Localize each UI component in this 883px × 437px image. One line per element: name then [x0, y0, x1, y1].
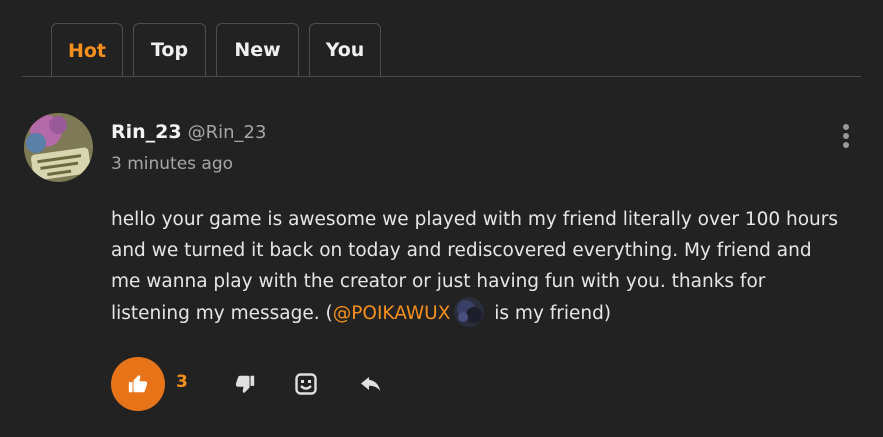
thumbs-down-icon	[235, 375, 255, 394]
comment-timestamp: 3 minutes ago	[111, 154, 234, 174]
tab-new[interactable]: New	[216, 23, 299, 76]
author-handle[interactable]: @Rin_23	[188, 122, 267, 143]
thumbs-up-icon	[128, 374, 148, 393]
dislike-button[interactable]	[233, 372, 257, 396]
emoji-reaction-icon	[295, 373, 317, 395]
mention-avatar	[454, 297, 485, 327]
emoji-reaction-button[interactable]	[294, 372, 318, 396]
author-name[interactable]: Rin_23	[111, 121, 182, 143]
mention-link[interactable]: @POIKAWUX	[333, 303, 451, 324]
tabs-divider	[22, 76, 861, 77]
tab-you[interactable]: You	[309, 23, 381, 76]
like-count: 3	[176, 372, 188, 392]
comment-actions: 3	[111, 357, 411, 411]
feed-tabs: Hot Top New You	[22, 23, 861, 77]
tab-hot[interactable]: Hot	[51, 23, 123, 77]
more-vertical-icon[interactable]	[834, 120, 858, 152]
reply-button[interactable]	[359, 372, 383, 396]
author-avatar[interactable]	[24, 113, 93, 182]
comment-text-part2: is my friend)	[488, 303, 612, 324]
like-button[interactable]	[111, 357, 165, 411]
tab-top[interactable]: Top	[133, 23, 206, 76]
reply-icon	[361, 377, 381, 391]
comment-body: hello your game is awesome we played wit…	[111, 204, 846, 329]
author-row: Rin_23 @Rin_23	[111, 121, 266, 147]
